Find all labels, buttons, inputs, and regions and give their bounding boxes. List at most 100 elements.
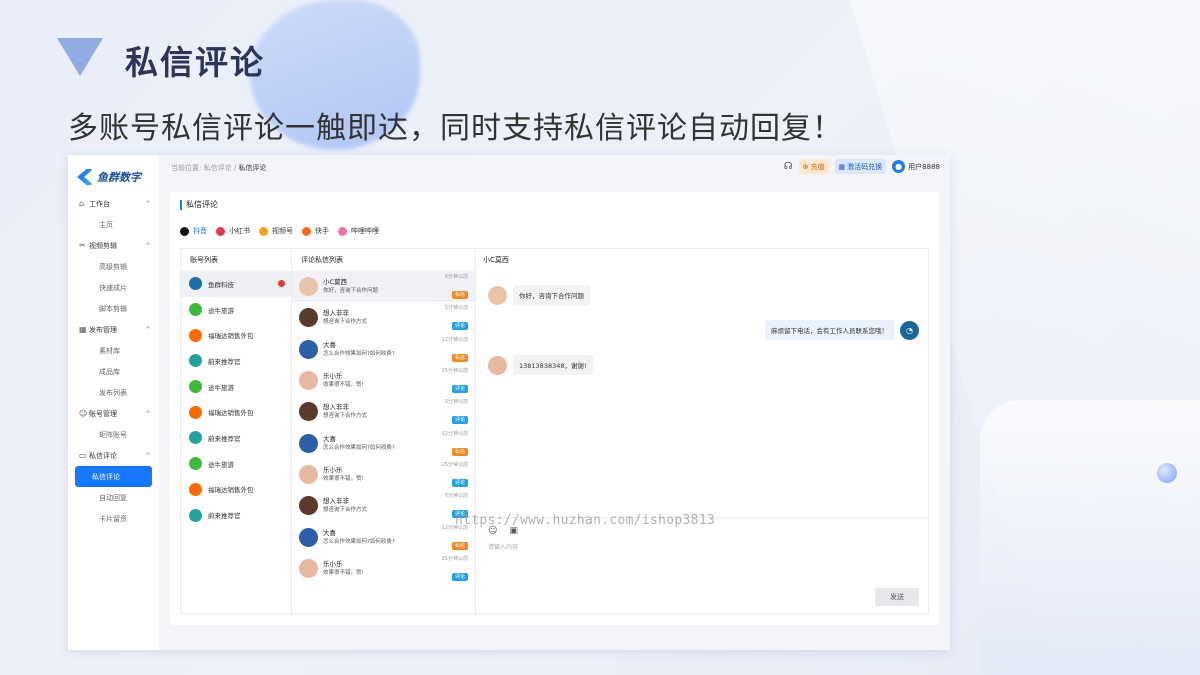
message-input[interactable]: 请输入内容 [488,542,518,551]
account-item[interactable]: 福瑞达销售外包 [181,477,291,503]
nav-item[interactable]: 素材库 [75,340,152,361]
activate-code-button[interactable]: ▦ 激活码兑换 [834,159,887,174]
message-item[interactable]: 想入非非 想咨询下合作方式 5分钟以前 评论 [292,490,475,521]
platform-icon [216,226,225,236]
account-name: 福瑞达销售外包 [208,409,254,418]
nav-group[interactable]: ▭ 私信评论 ^ [68,445,159,466]
breadcrumb-parent[interactable]: 私信评论 [204,163,232,173]
message-type-badge: 评论 [451,322,468,331]
brand-logo[interactable]: 鱼群数字 [77,169,141,185]
chat-bubble: 13813838348，谢谢! [513,355,593,375]
message-item[interactable]: 乐小乐 效果很不错，赞! 25分钟以前 评论 [292,553,475,584]
nav-item[interactable]: 卡片留资 [75,508,152,529]
message-type-badge: 评论 [451,478,468,487]
triangle-icon [57,38,103,76]
recharge-button[interactable]: ⊕ 充值 [798,159,829,174]
breadcrumb-separator: / [233,164,237,172]
platform-tab-label: 视频号 [272,227,293,235]
platform-tab[interactable]: 小红书 [216,224,250,238]
nav-item[interactable]: 自动回复 [75,487,152,508]
nav-group[interactable]: ✂ 视频剪辑 ^ [68,235,159,256]
sidebar-nav: ⌂ 工作台 ^ 主页 ✂ 视频剪辑 ^ 高级剪辑 快速成片 脚本剪辑 ▦ 发布管理 ^ 素材库 成品库 发布列… [68,193,159,529]
platform-tab[interactable]: 视频号 [259,224,293,238]
avatar [189,380,202,394]
message-item[interactable]: 大喜 怎么合作效果如何?如何收费? 12分钟以前 私信 [292,521,475,552]
avatar [488,285,507,305]
chat-title: 小C莫西 [483,256,509,264]
chevron-up-icon: ^ [145,409,151,418]
headset-icon[interactable]: ☊ [784,161,793,172]
account-item[interactable]: 途牛旅游 [181,297,291,323]
avatar [189,328,202,342]
message-preview: 怎么合作效果如何?如何收费? [323,350,395,357]
nav-item[interactable]: 快速成片 [75,277,152,298]
recharge-label: 充值 [810,162,825,171]
send-button[interactable]: 发送 [875,588,919,606]
logo-icon [77,169,93,185]
sidebar: 鱼群数字 ⌂ 工作台 ^ 主页 ✂ 视频剪辑 ^ 高级剪辑 快速成片 脚本剪辑 ▦ 发布管理 ^ 素材库成… [68,155,159,650]
message-preview: 想咨询下合作方式 [323,507,368,514]
message-sender: 想入非非 [323,309,349,318]
message-composer: ☺ ▣ 请输入内容 发送 [476,517,929,615]
message-list-header: 评论私信列表 [301,256,343,264]
account-item[interactable]: 途牛旅游 [181,451,291,477]
nav-group-icon: ⌂ [79,199,85,208]
nav-group[interactable]: ☺ 账号管理 ^ [68,403,159,424]
avatar [299,558,318,578]
message-item[interactable]: 乐小乐 效果很不错，赞! 25分钟以前 评论 [292,365,475,396]
nav-item[interactable]: 高级剪辑 [75,256,152,277]
platform-tab-label: 小红书 [229,227,250,235]
account-item[interactable]: 蔚来推荐官 [181,425,291,451]
platform-tab[interactable]: 快手 [302,224,329,238]
platform-tab[interactable]: 抖音 [180,224,207,238]
chevron-up-icon: ^ [145,451,151,460]
nav-group[interactable]: ⌂ 工作台 ^ [68,193,159,214]
account-item[interactable]: 福瑞达销售外包 [181,399,291,425]
message-preview: 想咨询下合作方式 [323,413,368,420]
account-list-panel: 账号列表 鱼群科技 途牛旅游 福瑞达销售外包 蔚来推荐官 途牛旅游 福瑞达销售外包 蔚来推荐… [181,249,292,615]
message-item[interactable]: 小C莫西 你好，咨询下合作问题 6分钟以前 私信 [292,271,475,303]
platform-icon [338,226,347,236]
nav-item[interactable]: 私信评论 [75,466,152,487]
message-preview: 怎么合作效果如何?如何收费? [323,444,395,451]
message-item[interactable]: 大喜 怎么合作效果如何?如何收费? 12分钟以前 私信 [292,427,475,458]
decorative-sphere [1157,463,1177,483]
account-name: 途牛旅游 [208,306,234,315]
message-item[interactable]: 乐小乐 效果很不错，赞! 25分钟以前 评论 [292,459,475,490]
message-item[interactable]: 想入非非 想咨询下合作方式 5分钟以前 评论 [292,302,475,333]
platform-icon [259,226,268,236]
account-list-header: 账号列表 [190,256,218,264]
nav-item[interactable]: 矩阵账号 [75,424,152,445]
slide-subtitle: 多账号私信评论一触即达，同时支持私信评论自动回复！ [68,111,843,146]
nav-item[interactable]: 主页 [75,214,152,235]
message-sender: 乐小乐 [323,559,343,568]
message-sender: 大喜 [323,434,336,443]
account-item[interactable]: 蔚来推荐官 [181,348,291,374]
platform-icon [180,226,189,236]
account-item[interactable]: 福瑞达销售外包 [181,322,291,348]
account-item[interactable]: 蔚来推荐官 [181,502,291,528]
avatar [299,402,318,422]
nav-item[interactable]: 脚本剪辑 [75,298,152,319]
message-time: 25分钟以前 [441,461,468,468]
user-menu[interactable]: ● 用户8888 [892,160,940,173]
account-item[interactable]: 鱼群科技 [181,271,291,297]
watermark: https://www.huzhan.com/ishop3813 [455,513,716,528]
avatar [189,482,202,496]
nav-item[interactable]: 成品库 [75,361,152,382]
account-name: 途牛旅游 [208,383,234,392]
message-preview: 效果很不错，赞! [323,569,364,576]
nav-item[interactable]: 发布列表 [75,382,152,403]
avatar: ● [892,160,906,173]
message-sender: 大喜 [323,528,336,537]
decorative-panel [980,400,1200,675]
platform-tab[interactable]: 哔哩哔哩 [338,224,379,238]
message-item[interactable]: 大喜 怎么合作效果如何?如何收费? 12分钟以前 私信 [292,334,475,365]
account-item[interactable]: 途牛旅游 [181,374,291,400]
message-time: 25分钟以前 [441,368,468,375]
avatar [189,303,202,317]
avatar [299,464,318,484]
avatar [189,354,202,368]
nav-group[interactable]: ▦ 发布管理 ^ [68,319,159,340]
message-item[interactable]: 想入非非 想咨询下合作方式 5分钟以前 评论 [292,396,475,427]
